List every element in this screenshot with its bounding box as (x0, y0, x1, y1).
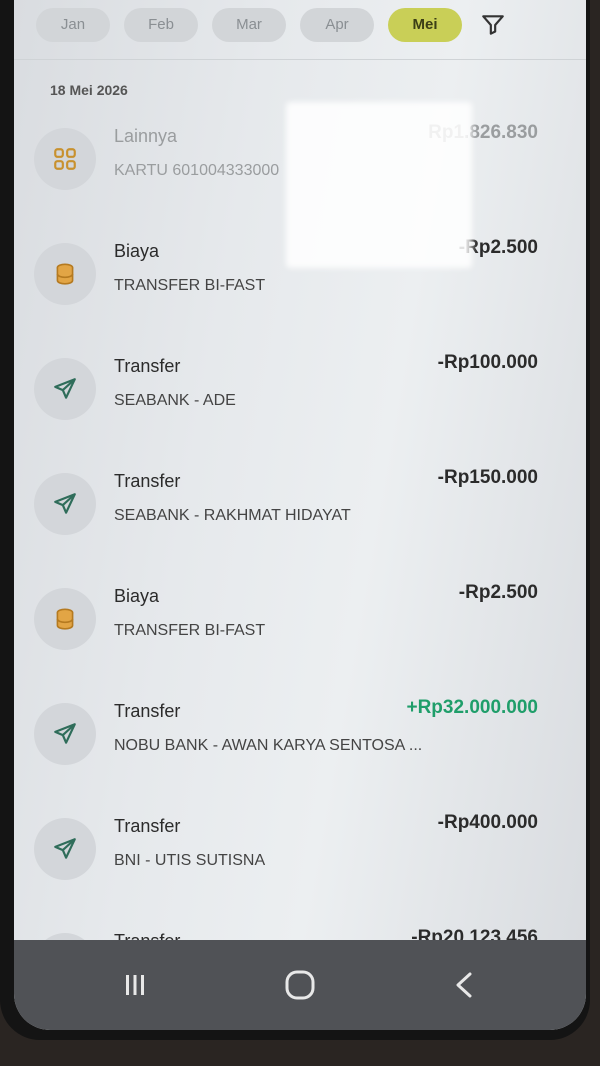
coins-icon (34, 243, 96, 305)
month-chip-apr[interactable]: Apr (300, 7, 374, 42)
transaction-row[interactable]: Transfer NOBU BANK - AWAN KARYA SENTOSA … (14, 675, 586, 790)
transaction-description: NOBU BANK - AWAN KARYA SENTOSA ... (114, 737, 423, 754)
transaction-title: Transfer (114, 701, 181, 721)
transaction-description: BNI - UTIS SUTISNA (114, 852, 266, 869)
transaction-title: Transfer (114, 816, 181, 836)
transaction-row[interactable]: Biaya TRANSFER BI-FAST -Rp2.500 (14, 560, 586, 675)
home-icon[interactable] (283, 968, 317, 1002)
system-nav-bar (14, 940, 586, 1030)
transaction-description: KARTU 601004333000 (114, 162, 280, 179)
transaction-title: Lainnya (114, 126, 178, 146)
light-glare (286, 102, 472, 268)
transaction-title: Biaya (114, 586, 160, 606)
filter-icon[interactable] (480, 12, 506, 38)
transaction-description: TRANSFER BI-FAST (114, 277, 266, 294)
send-icon (34, 473, 96, 535)
transaction-amount: -Rp400.000 (437, 812, 538, 833)
date-header: 18 Mei 2026 (50, 82, 128, 98)
transaction-row[interactable]: Transfer SEABANK - RAKHMAT HIDAYAT -Rp15… (14, 445, 586, 560)
transaction-description: SEABANK - ADE (114, 392, 236, 409)
other-icon (34, 128, 96, 190)
month-chip-feb[interactable]: Feb (124, 7, 198, 42)
transaction-title: Transfer (114, 471, 181, 491)
send-icon (34, 703, 96, 765)
transaction-amount: +Rp32.000.000 (406, 697, 538, 718)
transaction-amount: -Rp2.500 (458, 582, 538, 603)
send-icon (34, 818, 96, 880)
transaction-title: Transfer (114, 356, 181, 376)
month-filter-bar: Jan Feb Mar Apr Mei (14, 0, 586, 60)
back-icon[interactable] (450, 970, 480, 1000)
coins-icon (34, 588, 96, 650)
transaction-amount: -Rp100.000 (437, 352, 538, 373)
transaction-row[interactable]: Transfer SEABANK - ADE -Rp100.000 (14, 330, 586, 445)
transaction-amount: -Rp150.000 (437, 467, 538, 488)
transaction-description: TRANSFER BI-FAST (114, 622, 266, 639)
transaction-title: Biaya (114, 241, 160, 261)
app-screen: Jan Feb Mar Apr Mei 18 Mei 2026 Lainnya … (14, 0, 586, 1030)
month-chip-mei[interactable]: Mei (388, 7, 462, 42)
month-chip-mar[interactable]: Mar (212, 7, 286, 42)
recent-apps-icon[interactable] (120, 970, 150, 1000)
transaction-row[interactable]: Transfer BNI - UTIS SUTISNA -Rp400.000 (14, 790, 586, 905)
month-chip-jan[interactable]: Jan (36, 7, 110, 42)
transaction-description: SEABANK - RAKHMAT HIDAYAT (114, 507, 351, 524)
send-icon (34, 358, 96, 420)
